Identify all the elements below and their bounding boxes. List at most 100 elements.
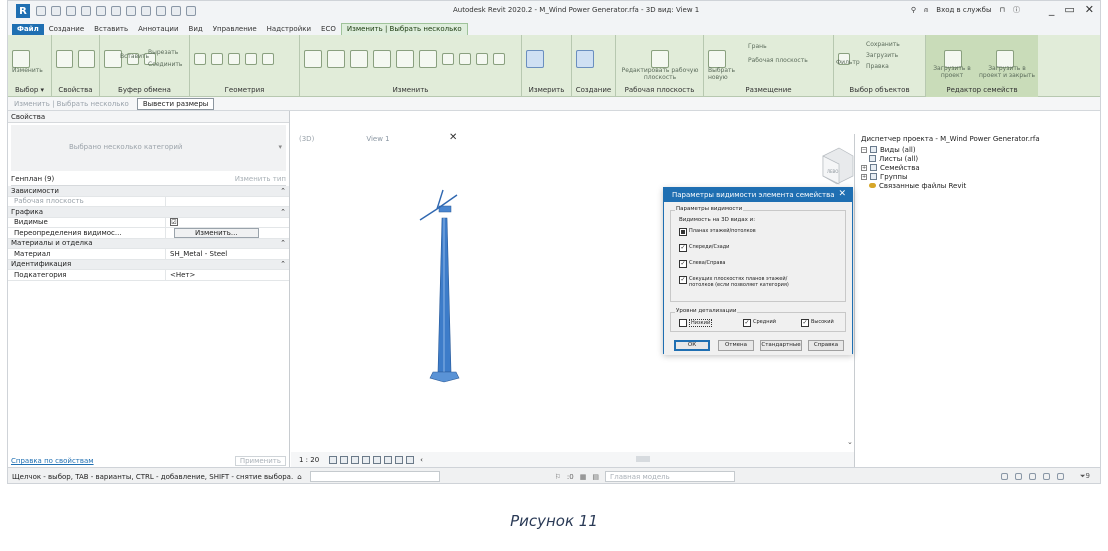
- tree-node-revit-links[interactable]: Связанные файлы Revit: [861, 181, 1100, 190]
- move-icon[interactable]: [373, 50, 391, 68]
- default-button[interactable]: Стандартные: [760, 340, 802, 351]
- temporary-hide-icon[interactable]: [395, 455, 404, 464]
- sync-icon[interactable]: [66, 6, 76, 16]
- align-icon[interactable]: [304, 50, 322, 68]
- detail-level-icon[interactable]: [329, 455, 338, 464]
- select-links-icon[interactable]: [1001, 473, 1008, 480]
- load-into-project-label[interactable]: Загрузить в проект: [928, 65, 976, 79]
- measure-tool-icon[interactable]: [526, 50, 544, 68]
- text-icon[interactable]: [141, 6, 151, 16]
- tab-view[interactable]: Вид: [184, 24, 208, 35]
- tab-view-1[interactable]: View 1: [366, 135, 389, 143]
- edit-type-button[interactable]: Изменить тип: [235, 175, 286, 183]
- cart-icon[interactable]: ⊓: [1000, 6, 1005, 14]
- delete-icon[interactable]: [493, 53, 505, 65]
- load-selection[interactable]: Загрузить: [866, 52, 898, 59]
- rotate-icon[interactable]: [396, 50, 414, 68]
- print-icon[interactable]: [111, 6, 121, 16]
- tab-3d[interactable]: (3D): [299, 135, 314, 143]
- visible-checkbox[interactable]: ☑: [170, 218, 178, 227]
- properties-help-link[interactable]: Справка по свойствам: [11, 457, 94, 465]
- editable-only-icon[interactable]: ⚐: [555, 473, 561, 481]
- ok-button[interactable]: ОК: [674, 340, 710, 351]
- design-options-icon[interactable]: ▦: [580, 473, 587, 481]
- maximize-button[interactable]: ▭: [1064, 3, 1074, 16]
- offset-icon[interactable]: [327, 50, 345, 68]
- binoculars-icon[interactable]: ⚲: [911, 6, 916, 14]
- workplane-option[interactable]: Рабочая плоскость: [748, 57, 808, 64]
- tree-node-families[interactable]: + Семейства: [861, 163, 1100, 172]
- type-selector[interactable]: Выбрано несколько категорий ▾: [11, 125, 286, 171]
- cancel-button[interactable]: Отмена: [718, 340, 754, 351]
- select-underlay-icon[interactable]: [1015, 473, 1022, 480]
- open-icon[interactable]: [36, 6, 46, 16]
- category-materials[interactable]: Материалы и отделка ⌃: [8, 238, 289, 249]
- help-button[interactable]: Справка: [808, 340, 844, 351]
- undo-icon[interactable]: [81, 6, 91, 16]
- trim-icon[interactable]: [419, 50, 437, 68]
- tree-node-sheets[interactable]: Листы (all): [861, 154, 1100, 163]
- split-icon[interactable]: [442, 53, 454, 65]
- model-options-icon[interactable]: ▤: [592, 473, 599, 481]
- signin-link[interactable]: Вход в службы: [936, 6, 991, 14]
- create-similar-icon[interactable]: [576, 50, 594, 68]
- properties-icon[interactable]: [56, 50, 73, 68]
- visibility-overrides-edit-button[interactable]: Изменить...: [174, 227, 259, 238]
- workset-field[interactable]: [309, 471, 440, 482]
- redo-icon[interactable]: [96, 6, 106, 16]
- detail-low-checkbox[interactable]: Низкий: [679, 319, 713, 327]
- tab-modify-multiselect[interactable]: Изменить | Выбрать несколько: [340, 23, 468, 35]
- detail-high-checkbox[interactable]: ✓ Высокий: [801, 319, 834, 327]
- close-button[interactable]: ✕: [1085, 3, 1094, 16]
- split-face-icon[interactable]: [245, 53, 257, 65]
- cut-planes-checkbox[interactable]: ✓ Секущих плоскостях планов этажей/потолк…: [679, 276, 799, 288]
- cope-icon[interactable]: [194, 53, 206, 65]
- tab-eco[interactable]: ECO: [316, 24, 341, 35]
- main-model-field[interactable]: Главная модель: [604, 471, 735, 482]
- minimize-button[interactable]: _: [1049, 3, 1055, 16]
- ribbon-group-label[interactable]: Выбор ▾: [8, 86, 51, 94]
- close-view-icon[interactable]: ✕: [449, 132, 457, 143]
- tree-node-groups[interactable]: + Группы: [861, 172, 1100, 181]
- select-by-face-icon[interactable]: [1043, 473, 1050, 480]
- reveal-hidden-icon[interactable]: [406, 455, 415, 464]
- shadows-icon[interactable]: [362, 455, 371, 464]
- tree-node-views[interactable]: − Виды (all): [861, 145, 1100, 154]
- type-properties-icon[interactable]: [78, 50, 95, 68]
- edit-workplane-icon[interactable]: [650, 50, 669, 68]
- scale-icon[interactable]: [476, 53, 488, 65]
- worksharing-icon[interactable]: ⌂: [297, 473, 301, 481]
- view-scale[interactable]: 1 : 20: [299, 456, 319, 464]
- tab-addins[interactable]: Надстройки: [262, 24, 316, 35]
- detail-medium-checkbox[interactable]: ✓ Средний: [743, 319, 776, 327]
- modify-cursor-icon[interactable]: [12, 50, 30, 68]
- select-pinned-icon[interactable]: [1029, 473, 1036, 480]
- crop-icon[interactable]: [384, 455, 393, 464]
- front-back-checkbox[interactable]: ✓ Спереди/Сзади: [679, 244, 729, 252]
- plans-checkbox[interactable]: Планах этажей/потолков: [679, 228, 756, 236]
- scroll-left-icon[interactable]: ‹: [420, 456, 423, 464]
- revit-logo-icon[interactable]: R: [16, 4, 30, 18]
- category-identity[interactable]: Идентификация ⌃: [8, 259, 289, 270]
- close-hidden-icon[interactable]: [186, 6, 196, 16]
- help-icon[interactable]: ⓘ: [1013, 5, 1020, 15]
- mirror-icon[interactable]: [350, 50, 368, 68]
- sun-path-icon[interactable]: [351, 455, 360, 464]
- dialog-close-icon[interactable]: ✕: [838, 189, 846, 199]
- show-dimensions-button[interactable]: Вывести размеры: [136, 97, 215, 110]
- load-and-close-label[interactable]: Загрузить в проект и закрыть: [978, 65, 1036, 79]
- save-icon[interactable]: [51, 6, 61, 16]
- viewcube-icon[interactable]: ЛЕВО: [822, 147, 854, 185]
- category-graphics[interactable]: Графика ⌃: [8, 207, 289, 218]
- measure-icon[interactable]: [126, 6, 136, 16]
- left-right-checkbox[interactable]: ✓ Слева/Справа: [679, 260, 725, 268]
- save-selection[interactable]: Сохранить: [866, 41, 900, 48]
- cut-geometry-icon[interactable]: [211, 53, 223, 65]
- tab-create[interactable]: Создание: [44, 24, 89, 35]
- visual-style-icon[interactable]: [340, 455, 349, 464]
- 3d-view-icon[interactable]: [156, 6, 166, 16]
- render-icon[interactable]: [373, 455, 382, 464]
- array-icon[interactable]: [459, 53, 471, 65]
- drag-elements-icon[interactable]: [1057, 473, 1064, 480]
- paint-icon[interactable]: [262, 53, 274, 65]
